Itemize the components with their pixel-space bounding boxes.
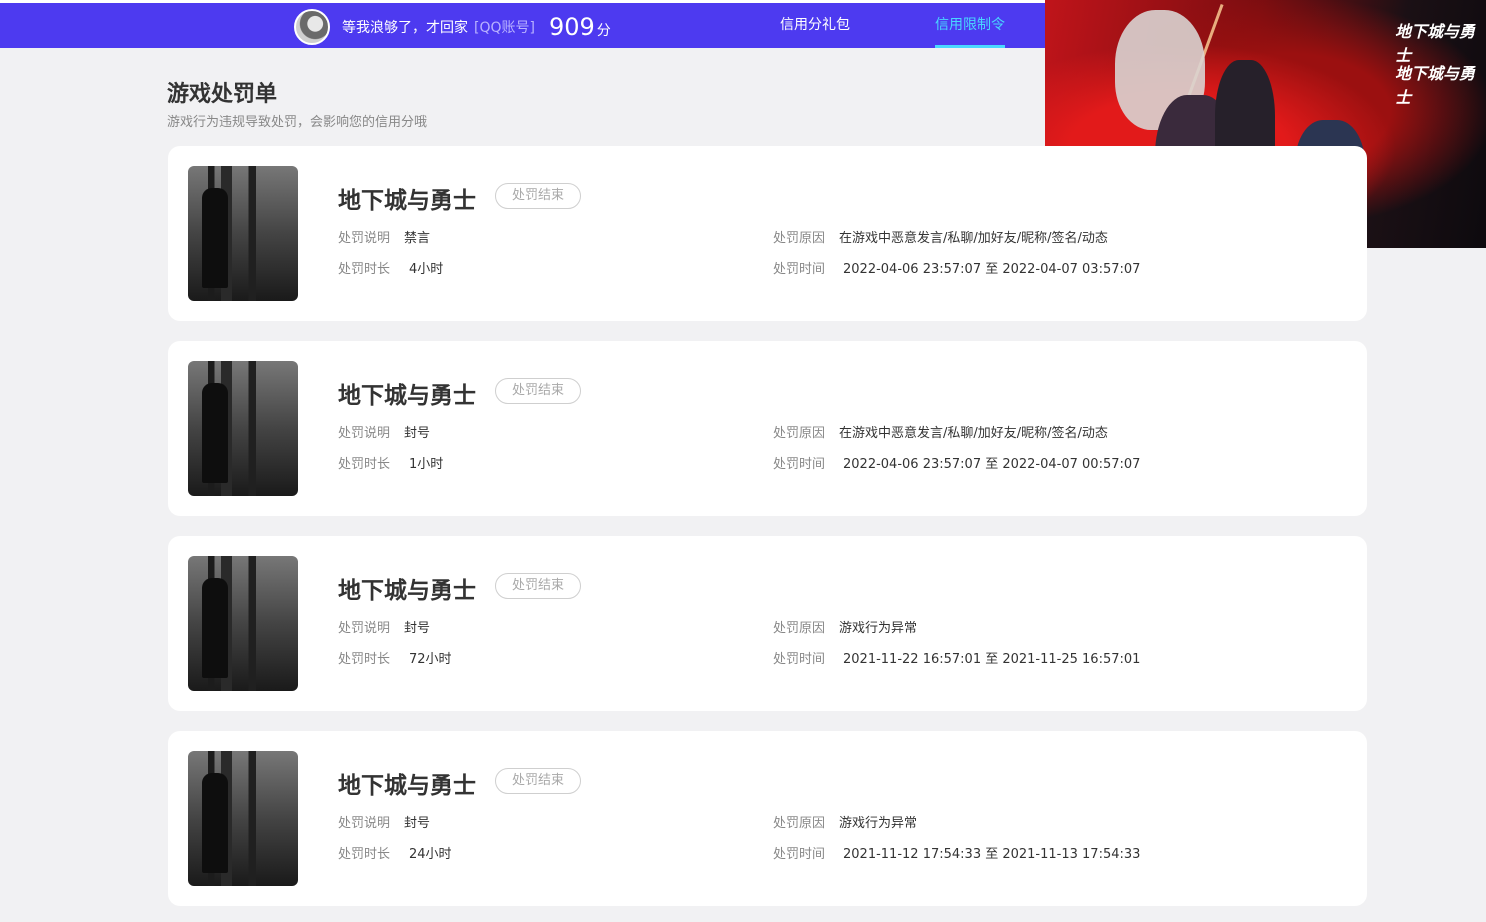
penalty-card: 地下城与勇士 处罚结束 处罚说明 封号 处罚时长 1小时 处罚原因 在游戏中恶意发言/… — [168, 341, 1367, 516]
penalty-time-label: 处罚时间 — [773, 652, 826, 667]
penalty-time-value: 2022-04-06 23:57:07 至 2022-04-07 03:57:0… — [843, 262, 1141, 277]
penalty-duration-value: 24小时 — [409, 847, 452, 862]
status-badge: 处罚结束 — [495, 768, 581, 794]
penalty-duration-value: 72小时 — [409, 652, 452, 667]
penalty-reason-value: 在游戏中恶意发言/私聊/加好友/昵称/签名/动态 — [839, 231, 1108, 246]
account-type: [QQ账号] — [474, 20, 535, 36]
game-title: 地下城与勇士 — [338, 773, 476, 799]
penalty-desc-value: 封号 — [404, 426, 431, 441]
avatar[interactable] — [294, 9, 330, 45]
game-thumbnail — [188, 556, 298, 691]
credit-score: 909 — [548, 13, 595, 41]
penalty-duration: 处罚时长 72小时 — [338, 648, 452, 667]
penalty-desc-label: 处罚说明 — [338, 816, 391, 831]
game-title: 地下城与勇士 — [338, 383, 476, 409]
banner-logo: 地下城与勇士 — [1395, 64, 1476, 107]
penalty-reason-label: 处罚原因 — [773, 231, 826, 246]
penalty-time-label: 处罚时间 — [773, 457, 826, 472]
penalty-desc: 处罚说明 封号 — [338, 812, 430, 831]
penalty-duration-value: 1小时 — [409, 457, 444, 472]
page-title: 游戏处罚单 — [167, 82, 278, 107]
penalty-reason-value: 游戏行为异常 — [839, 816, 918, 831]
penalty-time: 处罚时间 2022-04-06 23:57:07 至 2022-04-07 03:… — [773, 258, 1140, 277]
penalty-duration: 处罚时长 4小时 — [338, 258, 443, 277]
game-thumbnail — [188, 751, 298, 886]
banner-logo: 地下城与勇士 — [1395, 22, 1476, 65]
penalty-time-label: 处罚时间 — [773, 262, 826, 277]
status-badge: 处罚结束 — [495, 183, 581, 209]
penalty-desc-label: 处罚说明 — [338, 231, 391, 246]
game-thumbnail — [188, 361, 298, 496]
game-title: 地下城与勇士 — [338, 188, 476, 214]
penalty-time-value: 2022-04-06 23:57:07 至 2022-04-07 00:57:0… — [843, 457, 1141, 472]
status-badge: 处罚结束 — [495, 573, 581, 599]
user-info: 等我浪够了，才回家 [QQ账号] 909 分 — [294, 9, 611, 45]
penalty-duration-label: 处罚时长 — [338, 457, 391, 472]
penalty-reason-value: 游戏行为异常 — [839, 621, 918, 636]
penalty-reason-label: 处罚原因 — [773, 621, 826, 636]
status-badge: 处罚结束 — [495, 378, 581, 404]
penalty-time: 处罚时间 2022-04-06 23:57:07 至 2022-04-07 00:… — [773, 453, 1140, 472]
penalty-duration-label: 处罚时长 — [338, 847, 391, 862]
nav-credit-gift[interactable]: 信用分礼包 — [780, 3, 850, 48]
penalty-time-value: 2021-11-22 16:57:01 至 2021-11-25 16:57:0… — [843, 652, 1141, 667]
penalty-reason: 处罚原因 在游戏中恶意发言/私聊/加好友/昵称/签名/动态 — [773, 422, 1108, 441]
penalty-duration-label: 处罚时长 — [338, 262, 391, 277]
penalty-duration: 处罚时长 1小时 — [338, 453, 443, 472]
penalty-time: 处罚时间 2021-11-22 16:57:01 至 2021-11-25 16:… — [773, 648, 1140, 667]
penalty-card: 地下城与勇士 处罚结束 处罚说明 封号 处罚时长 72小时 处罚原因 游戏行为异常 处… — [168, 536, 1367, 711]
username: 等我浪够了，才回家 — [342, 20, 468, 36]
penalty-reason: 处罚原因 在游戏中恶意发言/私聊/加好友/昵称/签名/动态 — [773, 227, 1108, 246]
penalty-desc: 处罚说明 禁言 — [338, 227, 430, 246]
game-title: 地下城与勇士 — [338, 578, 476, 604]
penalty-desc: 处罚说明 封号 — [338, 422, 430, 441]
penalty-reason-value: 在游戏中恶意发言/私聊/加好友/昵称/签名/动态 — [839, 426, 1108, 441]
penalty-reason: 处罚原因 游戏行为异常 — [773, 617, 917, 636]
penalty-duration-value: 4小时 — [409, 262, 444, 277]
penalty-time: 处罚时间 2021-11-12 17:54:33 至 2021-11-13 17:… — [773, 843, 1140, 862]
page-subtitle: 游戏行为违规导致处罚，会影响您的信用分哦 — [167, 115, 428, 130]
penalty-time-value: 2021-11-12 17:54:33 至 2021-11-13 17:54:3… — [843, 847, 1141, 862]
penalty-duration: 处罚时长 24小时 — [338, 843, 452, 862]
penalty-desc-label: 处罚说明 — [338, 621, 391, 636]
penalty-duration-label: 处罚时长 — [338, 652, 391, 667]
penalty-reason-label: 处罚原因 — [773, 816, 826, 831]
nav-credit-limit[interactable]: 信用限制令 — [935, 3, 1005, 48]
penalty-reason: 处罚原因 游戏行为异常 — [773, 812, 917, 831]
penalty-desc: 处罚说明 封号 — [338, 617, 430, 636]
penalty-desc-value: 禁言 — [404, 231, 431, 246]
penalty-desc-value: 封号 — [404, 816, 431, 831]
score-unit: 分 — [596, 23, 611, 39]
penalty-desc-value: 封号 — [404, 621, 431, 636]
penalty-card: 地下城与勇士 处罚结束 处罚说明 封号 处罚时长 24小时 处罚原因 游戏行为异常 处… — [168, 731, 1367, 906]
penalty-desc-label: 处罚说明 — [338, 426, 391, 441]
penalty-reason-label: 处罚原因 — [773, 426, 826, 441]
penalty-card: 地下城与勇士 处罚结束 处罚说明 禁言 处罚时长 4小时 处罚原因 在游戏中恶意发言/… — [168, 146, 1367, 321]
game-thumbnail — [188, 166, 298, 301]
penalty-time-label: 处罚时间 — [773, 847, 826, 862]
